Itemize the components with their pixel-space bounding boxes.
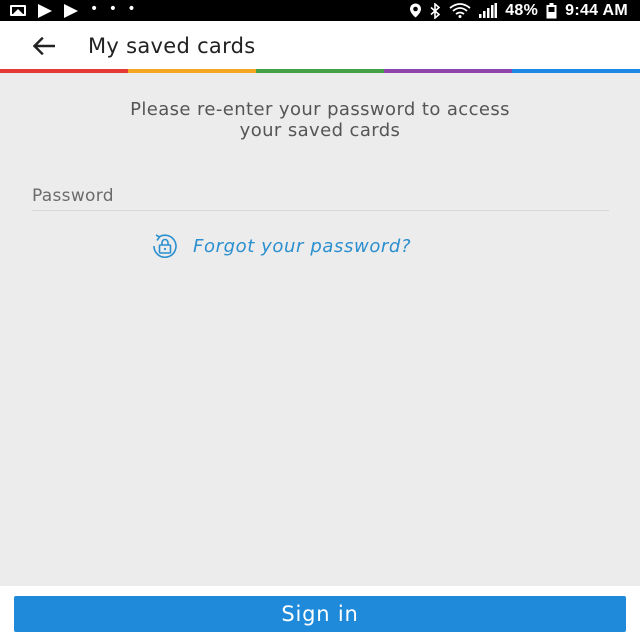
bluetooth-icon: [430, 2, 441, 19]
accent-stripe-segment: [256, 69, 384, 73]
prompt-line-1: Please re-enter your password to access: [130, 99, 510, 120]
clock: 9:44 AM: [565, 1, 628, 19]
accent-stripe: [0, 69, 640, 73]
accent-stripe-segment: [128, 69, 256, 73]
battery-icon: [546, 2, 557, 18]
status-bar-notifications: • • •: [10, 0, 151, 18]
reenter-password-prompt: Please re-enter your password to access …: [0, 99, 640, 141]
forgot-password-link[interactable]: Forgot your password?: [147, 233, 411, 259]
accent-stripe-segment: [0, 69, 128, 73]
play-store-icon: [64, 3, 78, 18]
accent-stripe-segment: [512, 69, 640, 73]
wifi-icon: [449, 3, 471, 18]
screen: • • • 48% 9:44 AM My saved cards Please …: [0, 0, 640, 640]
image-icon: [10, 5, 26, 16]
status-bar: • • • 48% 9:44 AM: [0, 0, 640, 21]
play-store-icon: [38, 3, 52, 18]
back-button[interactable]: [30, 32, 58, 60]
prompt-line-2: your saved cards: [239, 120, 401, 141]
status-bar-system: 48% 9:44 AM: [401, 2, 628, 20]
toolbar: My saved cards: [0, 21, 640, 70]
lock-reset-icon: [153, 234, 177, 258]
location-icon: [410, 3, 422, 18]
page-title: My saved cards: [88, 33, 256, 58]
forgot-password-label: Forgot your password?: [193, 235, 412, 257]
password-field[interactable]: [32, 182, 609, 211]
accent-stripe-segment: [384, 69, 512, 73]
more-notifications-dots: • • •: [90, 0, 139, 17]
battery-percent: 48%: [505, 1, 539, 19]
sign-in-button[interactable]: Sign in: [14, 596, 626, 632]
signal-icon: [479, 3, 498, 18]
arrow-left-icon: [33, 36, 55, 55]
